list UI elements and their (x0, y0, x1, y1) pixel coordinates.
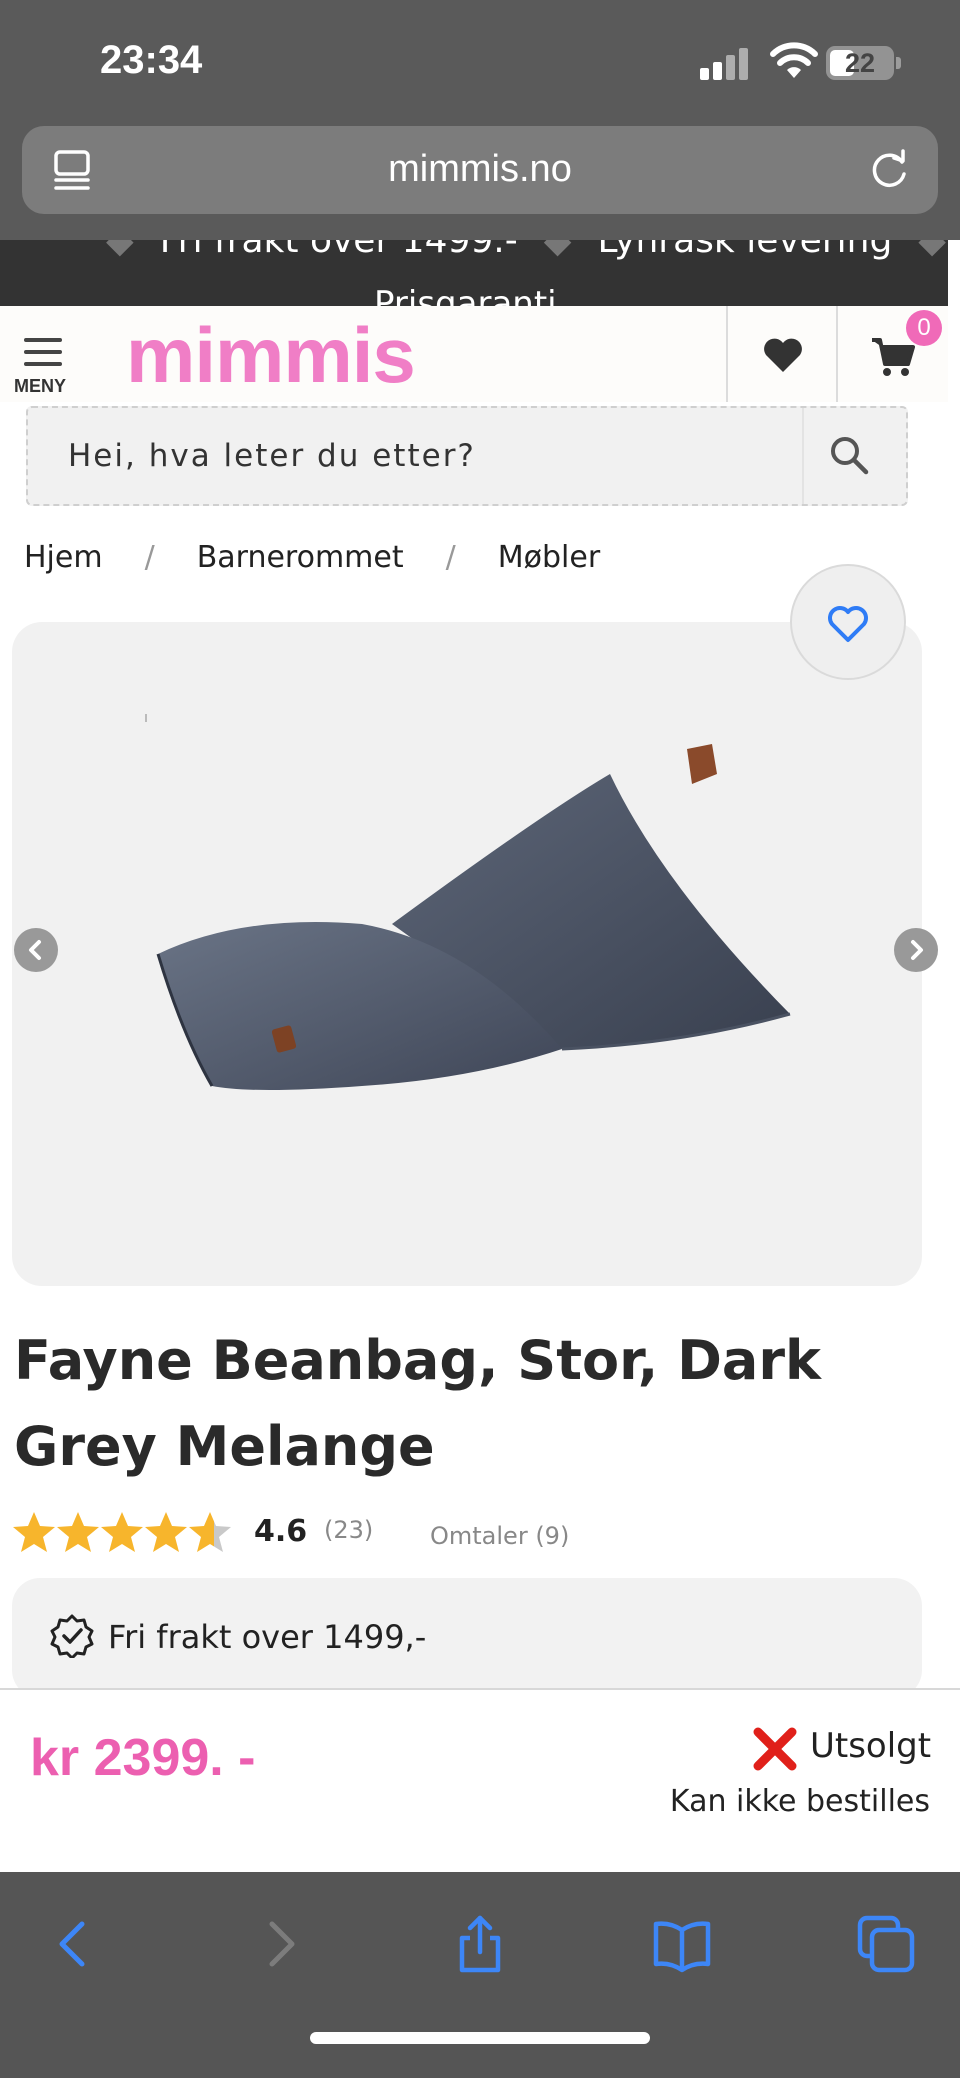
menu-button[interactable]: MENY (0, 306, 88, 402)
reviews-link[interactable]: Omtaler (9) (430, 1522, 569, 1550)
chevron-right-icon (911, 940, 923, 960)
announcement-bar: ◆ Fri frakt over 1499.- ◆ Lynrask levering ◆… (0, 240, 948, 306)
product-gallery[interactable] (12, 622, 922, 1286)
breadcrumb-item-mobler[interactable]: Møbler (498, 540, 600, 575)
cellular-signal-icon (700, 48, 750, 80)
breadcrumb-item-barnerommet[interactable]: Barnerommet (197, 540, 404, 575)
back-icon[interactable] (44, 1914, 104, 1974)
product-image-beanbag (145, 714, 791, 1090)
sold-out-x-icon (753, 1727, 797, 1771)
announcement-price-guarantee: Prisgaranti (374, 284, 557, 306)
chevron-left-icon (29, 940, 41, 960)
rating-count: (23) (324, 1516, 374, 1544)
home-indicator[interactable] (310, 2032, 650, 2044)
product-title: Fayne Beanbag, Stor, Dark Grey Melange (14, 1329, 821, 1478)
price-bar: kr 2399. - Utsolgt Kan ikke bestilles (0, 1688, 960, 1872)
gallery-next-button[interactable] (894, 928, 938, 972)
star-rating-icon (13, 1512, 231, 1552)
battery-level: 22 (844, 48, 876, 78)
status-time: 23:34 (100, 38, 203, 82)
heart-outline-icon (828, 606, 868, 642)
site-logo[interactable]: mimmis (126, 310, 416, 401)
cart-icon[interactable] (870, 336, 916, 378)
bookmarks-icon[interactable] (652, 1914, 712, 1974)
rating-value: 4.6 (254, 1514, 308, 1549)
address-bar[interactable]: mimmis.no (22, 126, 938, 214)
site-header: MENY mimmis (0, 306, 948, 402)
cart-count-badge: 0 (906, 310, 942, 346)
announcement-line: ◆ Fri frakt over 1499.- ◆ Lynrask levering ◆ (106, 240, 946, 261)
product-price: kr 2399. - (30, 1729, 256, 1787)
gallery-prev-button[interactable] (14, 928, 58, 972)
hamburger-icon (24, 338, 62, 368)
breadcrumb: Hjem / Barnerommet / Møbler (24, 540, 601, 575)
wishlist-heart-icon[interactable] (762, 336, 804, 374)
stock-status: Utsolgt (810, 1726, 932, 1766)
stock-note: Kan ikke bestilles (669, 1784, 930, 1819)
status-bar: 23:34 22 mimmis.no (0, 0, 960, 240)
forward-icon[interactable] (250, 1914, 310, 1974)
battery-icon: 22 (826, 46, 894, 80)
search-box[interactable]: Hei, hva leter du etter? (26, 406, 908, 506)
search-input[interactable]: Hei, hva leter du etter? (68, 438, 476, 474)
browser-toolbar (0, 1872, 960, 2078)
add-to-wishlist-button[interactable] (790, 564, 906, 680)
reload-icon[interactable] (866, 146, 912, 192)
verified-badge-icon (50, 1614, 94, 1658)
url-text[interactable]: mimmis.no (22, 148, 938, 191)
shipping-info-box: Fri frakt over 1499,- (12, 1578, 922, 1698)
share-icon[interactable] (450, 1914, 510, 1974)
search-icon[interactable] (828, 434, 870, 476)
wifi-icon (770, 42, 818, 78)
tabs-icon[interactable] (856, 1914, 916, 1974)
menu-label: MENY (14, 376, 67, 396)
breadcrumb-item-home[interactable]: Hjem (24, 540, 103, 575)
shipping-text: Fri frakt over 1499,- (108, 1618, 427, 1656)
